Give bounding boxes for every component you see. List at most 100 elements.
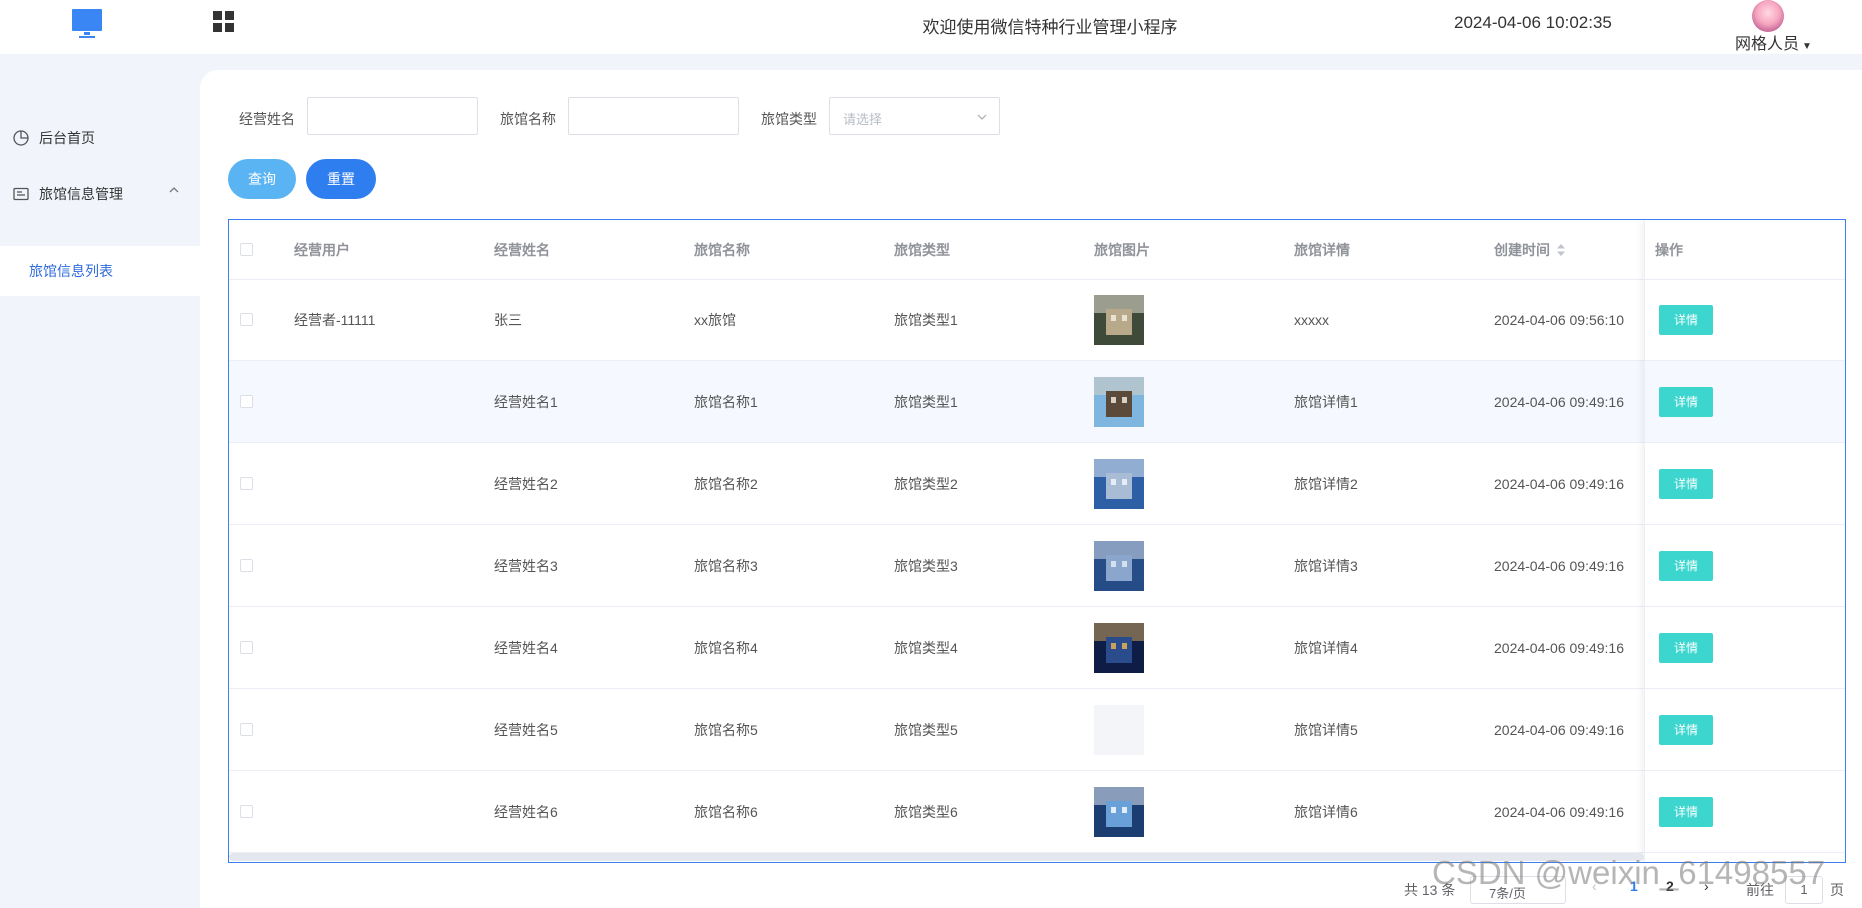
cell-hotel: 旅馆名称4 [694,639,758,656]
cell-hotel: 旅馆名称2 [694,475,758,492]
col-image: 旅馆图片 [1094,241,1150,258]
detail-button[interactable]: 详情 [1659,796,1713,827]
table-row: 经营姓名2 旅馆名称2 旅馆类型2 旅馆详情2 2024-04-06 09:49:16 [229,443,1845,525]
table-row: 经营姓名6 旅馆名称6 旅馆类型6 旅馆详情6 2024-04-06 09:49:16 [229,771,1845,853]
chevron-up-icon [169,187,179,193]
cell-type: 旅馆类型5 [894,721,958,738]
col-action: 操作 [1655,241,1683,258]
cell-created: 2024-04-06 09:49:16 [1494,557,1624,574]
table-header: 经营用户 经营姓名 旅馆名称 旅馆类型 旅馆图片 旅馆详情 创建时间 [229,220,1845,280]
hotel-table: 经营用户 经营姓名 旅馆名称 旅馆类型 旅馆图片 旅馆详情 创建时间 经营者-1… [228,219,1846,863]
cell-created: 2024-04-06 09:56:10 [1494,311,1624,328]
detail-button[interactable]: 详情 [1659,304,1713,335]
cell-detail: 旅馆详情6 [1294,803,1358,820]
cell-image [1094,443,1144,524]
reset-button[interactable]: 重置 [306,159,376,199]
user-menu[interactable]: 网格人员 ▼ [1735,30,1812,54]
hotel-name-input[interactable] [568,97,739,135]
table-row: 经营者-11111 张三 xx旅馆 旅馆类型1 xxxxx 2024-04-06 09:5… [229,279,1845,361]
cell-hotel: 旅馆名称1 [694,393,758,410]
page-suffix-label: 页 [1830,882,1844,898]
col-detail: 旅馆详情 [1294,241,1350,258]
hotel-thumbnail[interactable] [1094,704,1144,755]
action-row: 详情 [1645,689,1845,771]
query-button[interactable]: 查询 [228,159,296,199]
col-created[interactable]: 创建时间 [1494,220,1566,279]
top-header: 欢迎使用微信特种行业管理小程序 2024-04-06 10:02:35 网格人员… [0,0,1862,54]
cell-detail: 旅馆详情4 [1294,639,1358,656]
col-user: 经营用户 [294,241,350,258]
row-checkbox[interactable] [240,477,253,490]
hotel-type-placeholder: 请选择 [843,112,883,127]
hotel-thumbnail[interactable] [1094,458,1144,509]
row-checkbox[interactable] [240,805,253,818]
cell-user: 经营者-11111 [294,311,376,328]
cell-detail: xxxxx [1294,311,1329,328]
owner-name-input[interactable] [307,97,478,135]
cell-image [1094,607,1144,688]
cell-type: 旅馆类型1 [894,311,958,328]
watermark: CSDN @weixin_61498557 [1432,854,1826,891]
row-checkbox[interactable] [240,723,253,736]
hotel-type-label: 旅馆类型 [761,111,817,127]
cell-image [1094,689,1144,770]
row-checkbox[interactable] [240,313,253,326]
cell-created: 2024-04-06 09:49:16 [1494,393,1624,410]
hotel-thumbnail[interactable] [1094,622,1144,673]
col-name: 经营姓名 [494,241,550,258]
action-row: 详情 [1645,279,1845,361]
caret-down-icon: ▼ [1802,41,1812,52]
col-created-label: 创建时间 [1494,241,1550,258]
action-header: 操作 [1645,220,1845,280]
hotel-thumbnail[interactable] [1094,540,1144,591]
action-row: 详情 [1645,361,1845,443]
sort-icon[interactable] [1556,243,1566,257]
cell-image [1094,525,1144,606]
cell-created: 2024-04-06 09:49:16 [1494,721,1624,738]
detail-button[interactable]: 详情 [1659,632,1713,663]
row-checkbox[interactable] [240,559,253,572]
cell-created: 2024-04-06 09:49:16 [1494,639,1624,656]
row-checkbox[interactable] [240,641,253,654]
cell-image [1094,361,1144,442]
cell-name: 经营姓名6 [494,803,558,820]
select-all-checkbox[interactable] [240,243,253,256]
col-type: 旅馆类型 [894,241,950,258]
col-hotel: 旅馆名称 [694,241,750,258]
sidebar-item-hotel-management[interactable]: 旅馆信息管理 [0,166,200,222]
hotel-thumbnail[interactable] [1094,376,1144,427]
table-row: 经营姓名1 旅馆名称1 旅馆类型1 旅馆详情1 2024-04-06 09:49:16 [229,361,1845,443]
cell-type: 旅馆类型1 [894,393,958,410]
cell-type: 旅馆类型2 [894,475,958,492]
cell-image [1094,771,1144,852]
cell-name: 经营姓名2 [494,475,558,492]
detail-button[interactable]: 详情 [1659,714,1713,745]
action-row: 详情 [1645,443,1845,525]
cell-type: 旅馆类型3 [894,557,958,574]
hotel-type-select[interactable]: 请选择 [829,97,1000,135]
cell-name: 经营姓名1 [494,393,558,410]
hotel-thumbnail[interactable] [1094,786,1144,837]
table-row: 经营姓名5 旅馆名称5 旅馆类型5 旅馆详情5 2024-04-06 09:49:16 [229,689,1845,771]
row-checkbox[interactable] [240,395,253,408]
action-row: 详情 [1645,525,1845,607]
avatar[interactable] [1752,0,1784,32]
chevron-down-icon [977,114,987,120]
cell-image [1094,279,1144,360]
cell-hotel: xx旅馆 [694,311,736,328]
cell-name: 张三 [494,311,522,328]
clock-icon [13,130,29,146]
action-row: 详情 [1645,607,1845,689]
cell-detail: 旅馆详情3 [1294,557,1358,574]
sidebar-subitem-hotel-list[interactable]: 旅馆信息列表 [0,246,200,296]
cell-detail: 旅馆详情1 [1294,393,1358,410]
cell-name: 经营姓名5 [494,721,558,738]
sidebar-item-home[interactable]: 后台首页 [0,110,200,166]
cell-hotel: 旅馆名称6 [694,803,758,820]
detail-button[interactable]: 详情 [1659,386,1713,417]
detail-button[interactable]: 详情 [1659,550,1713,581]
id-card-icon [13,187,29,201]
detail-button[interactable]: 详情 [1659,468,1713,499]
hotel-thumbnail[interactable] [1094,294,1144,345]
main-panel: 经营姓名 旅馆名称 旅馆类型 请选择 查询 重置 经营用户 经营姓名 旅馆名称 … [200,70,1862,908]
